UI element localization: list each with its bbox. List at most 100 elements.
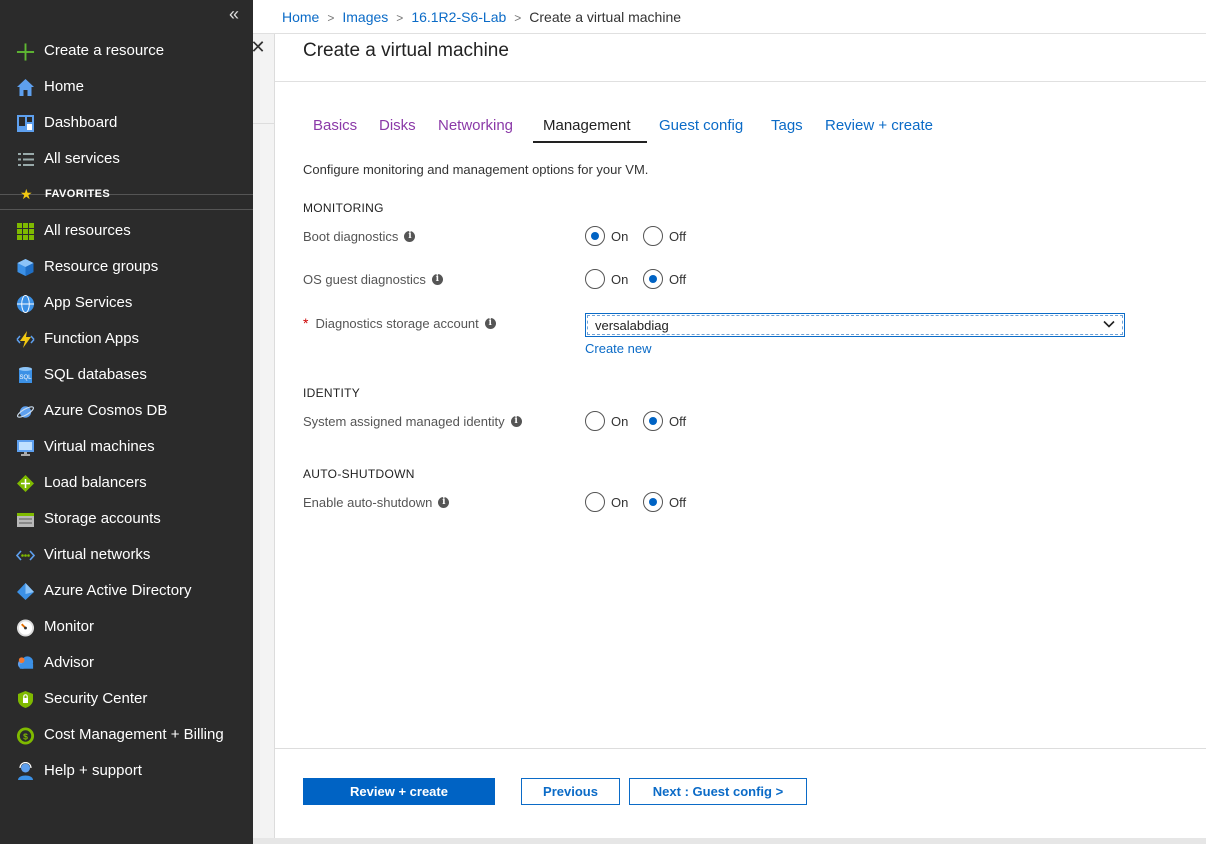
storage-icon bbox=[16, 510, 35, 529]
list-icon bbox=[16, 150, 35, 169]
divider bbox=[275, 748, 1206, 749]
info-icon[interactable]: i bbox=[431, 274, 443, 285]
breadcrumb-image-lab[interactable]: 16.1R2-S6-Lab bbox=[411, 9, 506, 25]
cloud-icon bbox=[16, 654, 35, 673]
tab-guest-config[interactable]: Guest config bbox=[659, 116, 743, 136]
breadcrumb-home[interactable]: Home bbox=[282, 9, 319, 25]
sidebar-item-load-balancers[interactable]: Load balancers bbox=[0, 465, 253, 501]
tab-basics[interactable]: Basics bbox=[313, 116, 357, 136]
create-vm-blade: Create a virtual machine Basics Disks Ne… bbox=[275, 34, 1206, 838]
create-new-storage-link[interactable]: Create new bbox=[585, 341, 651, 356]
section-monitoring: MONITORING bbox=[303, 201, 384, 215]
radio-label: Off bbox=[669, 271, 687, 287]
sidebar-item-advisor[interactable]: Advisor bbox=[0, 645, 253, 681]
sidebar-item-cosmos-db[interactable]: Azure Cosmos DB bbox=[0, 393, 253, 429]
field-label-text: OS guest diagnostics bbox=[303, 272, 426, 287]
info-icon[interactable]: i bbox=[438, 497, 450, 508]
divider bbox=[275, 81, 1206, 82]
sidebar-item-home[interactable]: Home bbox=[0, 69, 253, 105]
star-icon: ★ bbox=[20, 186, 33, 202]
sidebar-item-label: Create a resource bbox=[44, 42, 165, 59]
next-guest-config-button[interactable]: Next : Guest config > bbox=[629, 778, 807, 805]
close-icon[interactable]: ✕ bbox=[249, 38, 267, 56]
sidebar-item-virtual-networks[interactable]: Virtual networks bbox=[0, 537, 253, 573]
sidebar-item-label: Virtual networks bbox=[44, 546, 151, 563]
sidebar-item-label: Dashboard bbox=[44, 114, 118, 131]
sidebar-item-function-apps[interactable]: Function Apps bbox=[0, 321, 253, 357]
plus-icon bbox=[16, 42, 35, 61]
radio-label: On bbox=[611, 228, 629, 244]
favorites-header: ★ FAVORITES bbox=[0, 183, 253, 207]
diamond-icon bbox=[16, 474, 35, 493]
boot-diagnostics-label: Boot diagnostics i bbox=[303, 229, 416, 244]
sidebar-item-monitor[interactable]: Monitor bbox=[0, 609, 253, 645]
home-icon bbox=[16, 78, 35, 97]
favorites-label: FAVORITES bbox=[45, 188, 111, 200]
sidebar-item-label: App Services bbox=[44, 294, 133, 311]
monitor-icon bbox=[16, 438, 35, 457]
intro-text: Configure monitoring and management opti… bbox=[303, 162, 649, 177]
sidebar-item-sql-databases[interactable]: SQL SQL databases bbox=[0, 357, 253, 393]
sidebar-item-dashboard[interactable]: Dashboard bbox=[0, 105, 253, 141]
tab-networking[interactable]: Networking bbox=[438, 116, 513, 136]
review-create-button[interactable]: Review + create bbox=[303, 778, 495, 805]
diagnostics-storage-select[interactable]: versalabdiag bbox=[585, 313, 1125, 337]
sidebar-item-label: Monitor bbox=[44, 618, 95, 635]
person-icon bbox=[16, 762, 35, 781]
sidebar-item-virtual-machines[interactable]: Virtual machines bbox=[0, 429, 253, 465]
auto-shutdown-off-radio[interactable]: Off bbox=[643, 492, 686, 512]
sidebar-item-label: Help + support bbox=[44, 762, 142, 779]
info-icon[interactable]: i bbox=[510, 416, 522, 427]
chevron-right-icon: > bbox=[327, 11, 335, 25]
managed-identity-off-radio[interactable]: Off bbox=[643, 411, 686, 431]
radio-label: Off bbox=[669, 228, 687, 244]
sidebar-item-azure-active-directory[interactable]: Azure Active Directory bbox=[0, 573, 253, 609]
sidebar-item-label: Home bbox=[44, 78, 85, 95]
boot-diagnostics-off-radio[interactable]: Off bbox=[643, 226, 686, 246]
managed-identity-on-radio[interactable]: On bbox=[585, 411, 628, 431]
aad-icon bbox=[16, 582, 35, 601]
radio-selected-icon bbox=[643, 269, 663, 289]
sidebar-item-cost-management[interactable]: $ Cost Management + Billing bbox=[0, 717, 253, 753]
tab-management[interactable]: Management bbox=[543, 116, 631, 136]
sidebar-item-label: Cost Management + Billing bbox=[44, 726, 224, 743]
sidebar-item-resource-groups[interactable]: Resource groups bbox=[0, 249, 253, 285]
tab-review-create[interactable]: Review + create bbox=[825, 116, 933, 136]
page-title: Create a virtual machine bbox=[303, 40, 509, 61]
sidebar-item-all-resources[interactable]: All resources bbox=[0, 213, 253, 249]
info-icon[interactable]: i bbox=[484, 317, 496, 329]
horizontal-scrollbar[interactable] bbox=[253, 838, 1206, 844]
previous-button[interactable]: Previous bbox=[521, 778, 620, 805]
sidebar-item-label: Resource groups bbox=[44, 258, 159, 275]
sidebar-item-create-resource[interactable]: Create a resource bbox=[0, 33, 253, 69]
parent-blade-edge bbox=[253, 34, 275, 844]
sidebar-item-security-center[interactable]: Security Center bbox=[0, 681, 253, 717]
sidebar-item-label: Security Center bbox=[44, 690, 148, 707]
diagnostics-storage-label: * Diagnostics storage account i bbox=[303, 315, 496, 331]
breadcrumb-images[interactable]: Images bbox=[342, 9, 388, 25]
sidebar-item-storage-accounts[interactable]: Storage accounts bbox=[0, 501, 253, 537]
boot-diagnostics-on-radio[interactable]: On bbox=[585, 226, 628, 246]
auto-shutdown-on-radio[interactable]: On bbox=[585, 492, 628, 512]
sidebar-item-help-support[interactable]: Help + support bbox=[0, 753, 253, 789]
sidebar-item-all-services[interactable]: All services bbox=[0, 141, 253, 177]
os-guest-diagnostics-off-radio[interactable]: Off bbox=[643, 269, 686, 289]
cube-icon bbox=[16, 258, 35, 277]
radio-label: Off bbox=[669, 413, 687, 429]
radio-label: On bbox=[611, 494, 629, 510]
radio-label: On bbox=[611, 413, 629, 429]
required-marker: * bbox=[303, 315, 309, 331]
sidebar-item-app-services[interactable]: App Services bbox=[0, 285, 253, 321]
info-icon[interactable]: i bbox=[404, 231, 416, 242]
breadcrumb: Home > Images >16.1R2-S6-Lab > Create a virtu… bbox=[282, 8, 681, 27]
tab-disks[interactable]: Disks bbox=[379, 116, 416, 136]
sql-icon: SQL bbox=[16, 366, 35, 385]
gauge-icon bbox=[16, 618, 35, 637]
collapse-sidebar-button[interactable]: « bbox=[229, 4, 239, 24]
os-guest-diagnostics-on-radio[interactable]: On bbox=[585, 269, 628, 289]
tab-tags[interactable]: Tags bbox=[771, 116, 803, 136]
planet-icon bbox=[16, 402, 35, 421]
network-icon bbox=[16, 546, 35, 565]
sidebar-item-label: Advisor bbox=[44, 654, 95, 671]
os-guest-diagnostics-label: OS guest diagnostics i bbox=[303, 272, 443, 287]
